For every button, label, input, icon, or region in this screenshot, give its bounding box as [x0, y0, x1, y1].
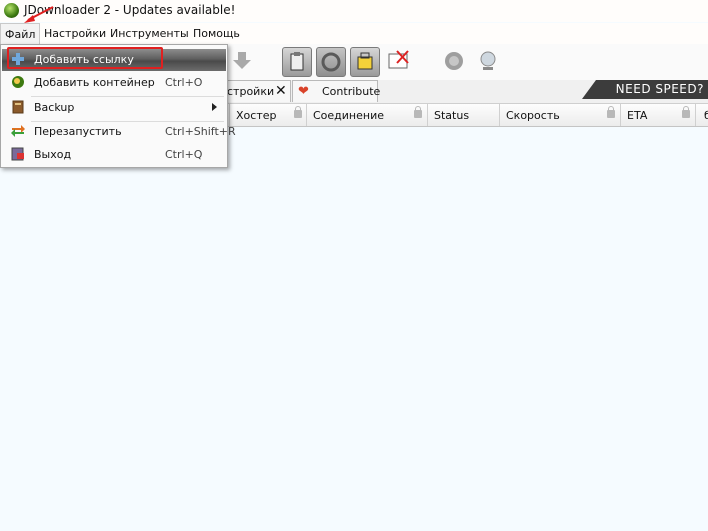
clear-icon[interactable] [384, 47, 412, 75]
menu-item-restart-label: Перезапустить [34, 125, 122, 138]
column-eta[interactable]: ETA [620, 104, 695, 126]
menu-tools[interactable]: Инструменты [110, 27, 189, 40]
menu-item-backup-label: Backup [34, 101, 75, 114]
network-icon[interactable] [474, 47, 502, 75]
column-speed[interactable]: Скорость [499, 104, 620, 126]
tab-settings[interactable]: стройки ✕ [222, 80, 291, 102]
column-status-label: Status [434, 109, 470, 122]
annotation-arrow-icon [24, 6, 54, 23]
reconnect-icon[interactable] [316, 47, 346, 77]
menu-settings[interactable]: Настройки [44, 27, 106, 40]
menu-item-backup[interactable]: Backup [2, 97, 226, 119]
need-speed-banner[interactable]: NEED SPEED? [582, 80, 708, 99]
shortcut-label: Ctrl+Q [165, 148, 203, 161]
lock-icon [682, 106, 690, 118]
menu-bar: Файл Настройки Инструменты Помощь [0, 23, 708, 45]
menu-help[interactable]: Помощь [193, 27, 240, 40]
download-arrow-icon[interactable] [228, 47, 256, 75]
shortcut-label: Ctrl+O [165, 76, 203, 89]
column-speed-label: Скорость [506, 109, 560, 122]
menu-item-restart[interactable]: Перезапустить Ctrl+Shift+R [2, 121, 236, 143]
jdownloader-app-icon [4, 3, 19, 18]
column-connection-label: Соединение [313, 109, 385, 122]
heart-icon: ❤ [298, 84, 309, 99]
column-hoster[interactable]: Хостер [229, 104, 306, 126]
clipboard-monitor-icon[interactable] [282, 47, 312, 77]
close-tab-icon[interactable]: ✕ [275, 83, 287, 99]
menu-item-exit-label: Выход [34, 148, 72, 161]
title-bar: JDownloader 2 - Updates available! [0, 0, 708, 22]
column-status[interactable]: Status [427, 104, 499, 126]
column-last[interactable]: б [695, 104, 708, 126]
column-last-label: б [704, 109, 708, 122]
shortcut-label: Ctrl+Shift+R [165, 125, 236, 138]
menu-item-add-container[interactable]: Добавить контейнер Ctrl+O [2, 72, 226, 94]
exit-icon [11, 147, 24, 161]
annotation-highlight-box [7, 47, 163, 69]
tab-contribute[interactable]: ❤ Contribute [292, 80, 381, 102]
backup-icon [12, 100, 24, 114]
container-icon [12, 76, 24, 88]
download-list-area[interactable] [0, 127, 708, 531]
premium-icon[interactable] [350, 47, 380, 77]
tab-contribute-label: Contribute [322, 85, 381, 98]
tab-settings-label: стройки [227, 85, 275, 98]
menu-item-add-container-label: Добавить контейнер [34, 76, 155, 89]
column-connection[interactable]: Соединение [306, 104, 427, 126]
column-eta-label: ETA [627, 109, 648, 122]
lock-icon [414, 106, 422, 118]
restart-icon [11, 125, 25, 137]
submenu-arrow-icon [212, 103, 217, 111]
update-icon[interactable] [440, 47, 468, 75]
lock-icon [294, 106, 302, 118]
lock-icon [607, 106, 615, 118]
menu-item-exit[interactable]: Выход Ctrl+Q [2, 144, 226, 166]
column-hoster-label: Хостер [236, 109, 277, 122]
